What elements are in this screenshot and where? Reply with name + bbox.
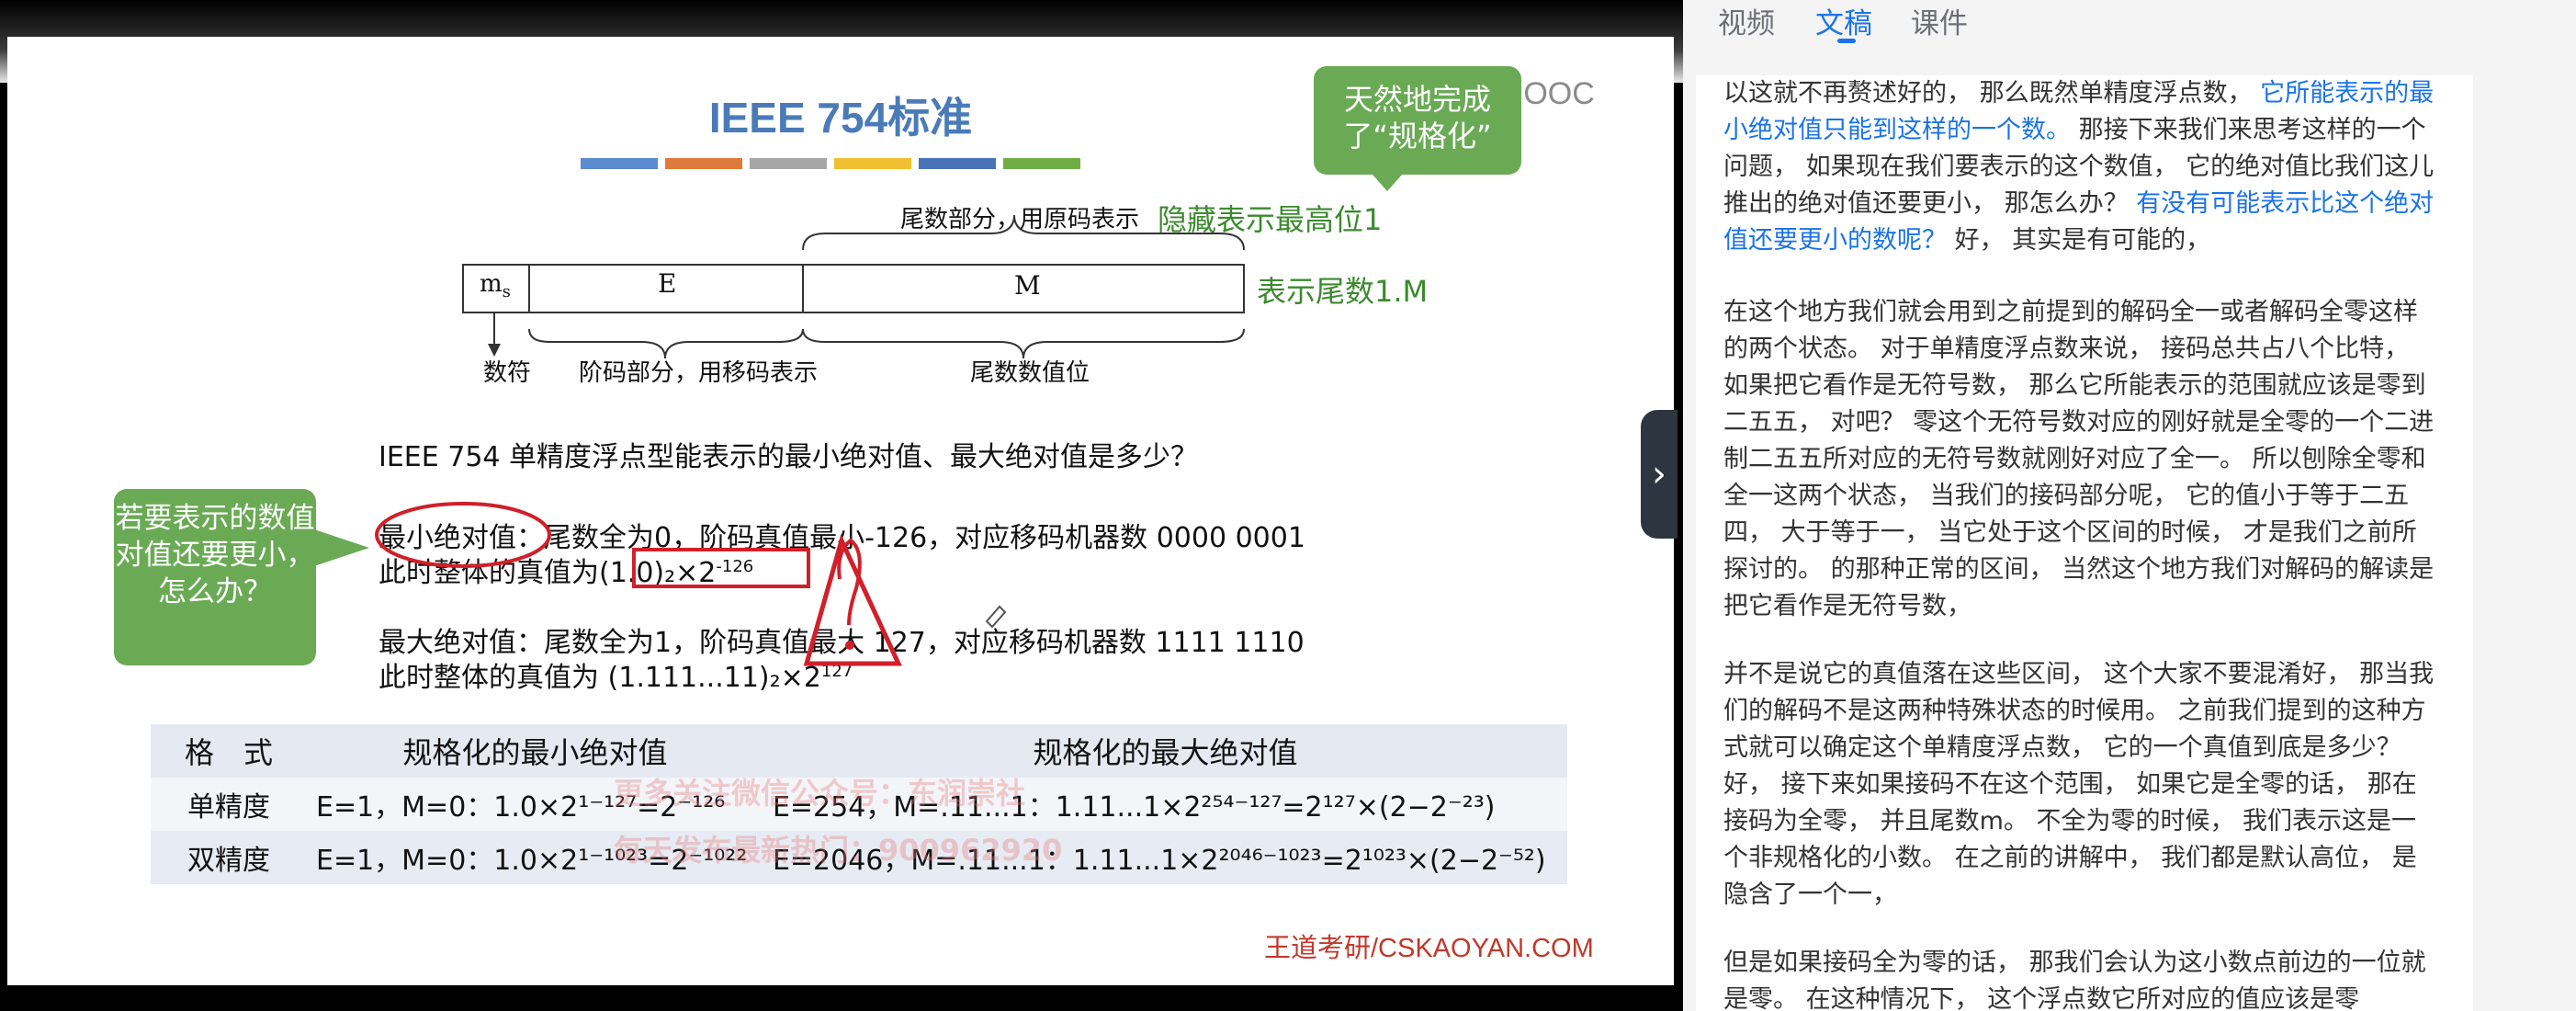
tab-courseware[interactable]: 课件 (1911, 0, 1968, 41)
transcript-paragraph: 以这就不再赘述好的， 那么既然单精度浮点数， 它所能表示的最小绝对值只能到这样的… (1723, 75, 2440, 259)
table-header-cell: 格 式 (151, 724, 307, 778)
tab-video[interactable]: 视频 (1718, 0, 1775, 41)
lecture-slide: IEEE 754标准 中国大学MOOC 天然地完成了“规格化” ms E M 数… (7, 37, 1674, 985)
table-cell: 单精度 (151, 778, 307, 831)
watermark-line2: 每天发布最新热门：900962920 (614, 833, 1063, 868)
transcript-panel[interactable]: 以这就不再赘述好的， 那么既然单精度浮点数， 它所能表示的最小绝对值只能到这样的… (1696, 75, 2473, 1011)
transcript-paragraph: 在这个地方我们就会用到之前提到的解码全一或者解码全零这样的两个状态。 对于单精度… (1723, 294, 2440, 625)
chevron-right-icon: › (1652, 453, 1666, 495)
video-player[interactable]: IEEE 754标准 中国大学MOOC 天然地完成了“规格化” ms E M 数… (0, 0, 1683, 1011)
transcript-sentence[interactable]: 在这个地方我们就会用到之前提到的解码全一或者解码全零这样的两个状态。 对于单精度… (1723, 298, 2434, 620)
active-tab-indicator (1837, 39, 1856, 43)
transcript-paragraph: 但是如果接码全为零的话， 那我们会认为这小数点前边的一位就是零。 在这种情况下，… (1723, 945, 2440, 1011)
transcript-sentence[interactable]: 以这就不再赘述好的， 那么既然单精度浮点数， (1723, 79, 2260, 108)
transcript-paragraph: 并不是说它的真值落在这些区间， 这个大家不要混淆好， 那当我们的解码不是这两种特… (1723, 656, 2440, 914)
collapse-panel-button[interactable]: › (1641, 410, 1678, 539)
red-annotations (375, 502, 1007, 666)
brand-footer: 王道考研/CSKAOYAN.COM (1264, 934, 1594, 963)
table-cell: 双精度 (151, 831, 307, 884)
transcript-sentence[interactable]: 好， 其实是有可能的， (1947, 226, 2211, 255)
transcript-sentence[interactable]: 并不是说它的真值落在这些区间， 这个大家不要混淆好， 那当我们的解码不是这两种特… (1723, 660, 2434, 909)
watermark-line1: 更多关注微信公众号：东润崇社 (614, 776, 1026, 811)
transcript-sentence[interactable]: 但是如果接码全为零的话， 那我们会认为这小数点前边的一位就是零。 在这种情况下，… (1723, 949, 2426, 1011)
tab-transcript[interactable]: 文稿 (1815, 0, 1872, 41)
